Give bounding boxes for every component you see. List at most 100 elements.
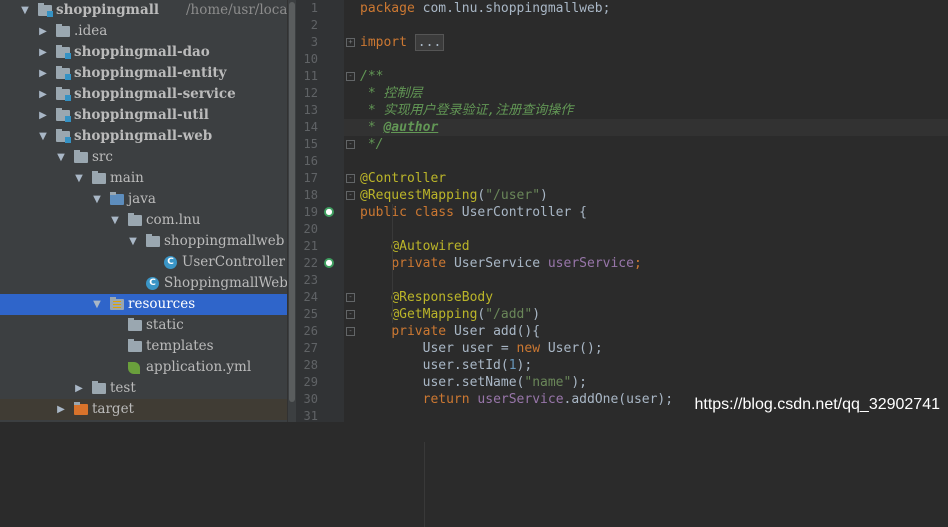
collapse-arrow-icon[interactable]: ▶: [38, 42, 48, 63]
collapse-arrow-icon[interactable]: ▶: [38, 84, 48, 105]
code-token: @ResponseBody: [391, 290, 494, 305]
tree-item[interactable]: ▼ shoppingmallweb: [0, 231, 288, 252]
module-folder-icon: [56, 108, 71, 122]
tree-item-label: application.yml: [146, 359, 252, 375]
tree-item[interactable]: ▶ target: [0, 399, 288, 420]
tree-item[interactable]: ▶ .idea: [0, 21, 288, 42]
class-icon: C: [164, 256, 177, 269]
expand-arrow-icon[interactable]: ▼: [128, 231, 138, 252]
code-line[interactable]: user.setName("name");: [344, 374, 948, 391]
line-number: 13: [303, 103, 318, 117]
package-icon: [146, 234, 160, 247]
tree-item-label: templates: [146, 338, 214, 354]
code-line[interactable]: import ...: [344, 34, 948, 51]
collapse-arrow-icon[interactable]: ▶: [38, 63, 48, 84]
tree-item[interactable]: C ShoppingmallWebAppl: [0, 273, 288, 294]
code-token: */: [360, 137, 384, 152]
scrollbar-thumb[interactable]: [289, 2, 295, 402]
tree-item[interactable]: application.yml: [0, 357, 288, 378]
folder-icon: [128, 339, 142, 352]
collapse-arrow-icon[interactable]: ▶: [74, 378, 84, 399]
collapse-arrow-icon[interactable]: ▶: [56, 399, 66, 420]
code-line[interactable]: * 实现用户登录验证,注册查询操作: [344, 102, 948, 119]
code-line[interactable]: @Autowired: [344, 238, 948, 255]
expand-arrow-icon[interactable]: ▼: [56, 147, 66, 168]
line-number: 30: [303, 392, 318, 406]
code-line[interactable]: user.setId(1);: [344, 357, 948, 374]
autowired-icon[interactable]: ●: [324, 258, 334, 268]
collapse-arrow-icon[interactable]: ▶: [38, 105, 48, 126]
tree-item[interactable]: ▼ shoppingmall/home/usr/local/I: [0, 0, 288, 21]
line-number: 24: [303, 290, 318, 304]
code-line[interactable]: @Controller: [344, 170, 948, 187]
code-token: user.setName(: [360, 375, 525, 390]
code-token: private: [391, 256, 454, 271]
code-line[interactable]: * @author: [344, 119, 948, 136]
code-token: new: [516, 341, 548, 356]
code-line[interactable]: /**: [344, 68, 948, 85]
code-line[interactable]: @RequestMapping("/user"): [344, 187, 948, 204]
tree-item-label: shoppingmall-web: [74, 128, 213, 144]
code-line[interactable]: * 控制层: [344, 85, 948, 102]
expand-arrow-icon[interactable]: ▼: [92, 189, 102, 210]
line-number: 21: [303, 239, 318, 253]
expand-arrow-icon[interactable]: ▼: [74, 168, 84, 189]
code-token: ): [540, 188, 548, 203]
tree-item-label: shoppingmall-service: [74, 86, 236, 102]
tree-item[interactable]: ▶ shoppingmall-util: [0, 105, 288, 126]
spring-bean-icon[interactable]: ●: [324, 207, 334, 217]
tree-item[interactable]: templates: [0, 336, 288, 357]
code-token: 1: [508, 358, 517, 373]
code-line[interactable]: @ResponseBody: [344, 289, 948, 306]
code-editor[interactable]: package com.lnu.shoppingmallweb; import .…: [344, 0, 948, 527]
collapse-arrow-icon[interactable]: ▶: [38, 21, 48, 42]
code-token: *: [360, 120, 384, 135]
line-number: 20: [303, 222, 318, 236]
tree-item[interactable]: C UserController: [0, 252, 288, 273]
tree-item[interactable]: ▼ com.lnu: [0, 210, 288, 231]
code-line[interactable]: User user = new User();: [344, 340, 948, 357]
tree-item[interactable]: ▼ main: [0, 168, 288, 189]
code-token: @GetMapping: [391, 307, 478, 322]
code-line[interactable]: [344, 51, 948, 68]
code-line[interactable]: private User add(){: [344, 323, 948, 340]
tree-item[interactable]: ▼ java: [0, 189, 288, 210]
code-line[interactable]: [344, 221, 948, 238]
tree-item[interactable]: static: [0, 315, 288, 336]
tree-item[interactable]: ▶ shoppingmall-entity: [0, 63, 288, 84]
line-number: 26: [303, 324, 318, 338]
expand-arrow-icon[interactable]: ▼: [92, 294, 102, 315]
code-token: @Autowired: [391, 239, 470, 254]
line-number: 10: [303, 52, 318, 66]
code-line[interactable]: package com.lnu.shoppingmallweb;: [344, 0, 948, 17]
tree-item[interactable]: ▶ shoppingmall-service: [0, 84, 288, 105]
tree-item[interactable]: ▼ resources: [0, 294, 288, 315]
code-line[interactable]: [344, 153, 948, 170]
module-folder-icon: [56, 66, 71, 80]
expand-arrow-icon[interactable]: ▼: [38, 126, 48, 147]
code-line[interactable]: [344, 17, 948, 34]
source-folder-icon: [110, 192, 124, 205]
tree-item[interactable]: ▼ src: [0, 147, 288, 168]
line-number: 22: [303, 256, 318, 270]
spring-boot-class-icon: C: [146, 277, 159, 290]
code-line[interactable]: public class UserController {: [344, 204, 948, 221]
package-icon: [128, 213, 142, 226]
folded-imports[interactable]: ...: [414, 34, 445, 51]
code-line[interactable]: [344, 272, 948, 289]
indent-guide: [392, 204, 393, 323]
tree-item-label: shoppingmall: [56, 2, 159, 18]
code-line[interactable]: private UserService userService;: [344, 255, 948, 272]
expand-arrow-icon[interactable]: ▼: [110, 210, 120, 231]
expand-arrow-icon[interactable]: ▼: [20, 0, 30, 21]
tree-item[interactable]: ▶ test: [0, 378, 288, 399]
tree-item[interactable]: ▼ shoppingmall-web: [0, 126, 288, 147]
line-number: 12: [303, 86, 318, 100]
project-tree-panel: ▼ shoppingmall/home/usr/local/I ▶ .idea ▶ sho…: [0, 0, 288, 422]
tree-item-label: shoppingmall-entity: [74, 65, 227, 81]
code-line[interactable]: */: [344, 136, 948, 153]
tree-item[interactable]: ▶ shoppingmall-dao: [0, 42, 288, 63]
code-line[interactable]: @GetMapping("/add"): [344, 306, 948, 323]
